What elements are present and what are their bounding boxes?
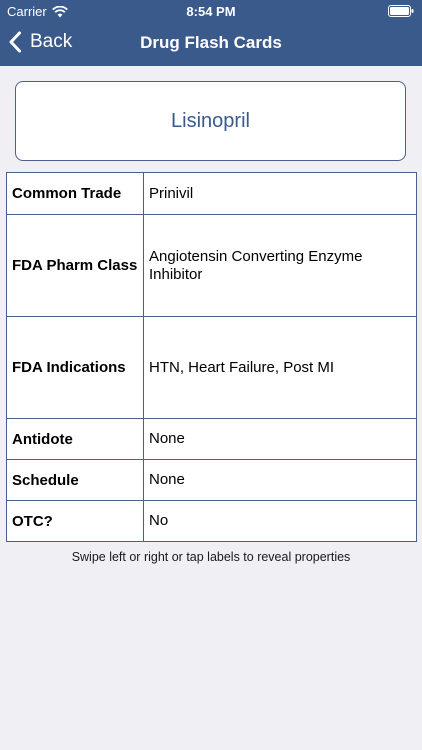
property-value-schedule: None: [143, 459, 417, 501]
status-time: 8:54 PM: [186, 4, 236, 19]
property-label-otc[interactable]: OTC?: [6, 500, 144, 542]
property-label-fda-indications[interactable]: FDA Indications: [6, 316, 144, 419]
navigation-bar: Back Drug Flash Cards: [0, 22, 422, 66]
property-label-fda-pharm-class[interactable]: FDA Pharm Class: [6, 214, 144, 317]
drug-properties-table: Common Trade Prinivil FDA Pharm Class An…: [6, 172, 417, 542]
property-value-fda-pharm-class: Angiotensin Converting Enzyme Inhibitor: [143, 214, 417, 317]
property-label-antidote[interactable]: Antidote: [6, 418, 144, 460]
property-value-antidote: None: [143, 418, 417, 460]
status-bar: Carrier 8:54 PM: [0, 0, 422, 22]
property-value-common-trade: Prinivil: [143, 172, 417, 215]
property-value-fda-indications: HTN, Heart Failure, Post MI: [143, 316, 417, 419]
property-row-antidote: Antidote None: [6, 418, 417, 460]
property-label-common-trade[interactable]: Common Trade: [6, 172, 144, 215]
property-row-otc: OTC? No: [6, 500, 417, 542]
swipe-hint: Swipe left or right or tap labels to rev…: [71, 550, 351, 564]
property-label-schedule[interactable]: Schedule: [6, 459, 144, 501]
app-header: Carrier 8:54 PM Back Drug Flash Cards: [0, 0, 422, 66]
property-row-fda-indications: FDA Indications HTN, Heart Failure, Post…: [6, 316, 417, 419]
page-title: Drug Flash Cards: [140, 33, 282, 52]
drug-name: Lisinopril: [171, 109, 250, 132]
drug-name-card[interactable]: Lisinopril: [15, 81, 406, 161]
property-row-common-trade: Common Trade Prinivil: [6, 172, 417, 215]
property-row-schedule: Schedule None: [6, 459, 417, 501]
property-row-fda-pharm-class: FDA Pharm Class Angiotensin Converting E…: [6, 214, 417, 317]
battery-icon: [388, 5, 414, 17]
property-value-otc: No: [143, 500, 417, 542]
